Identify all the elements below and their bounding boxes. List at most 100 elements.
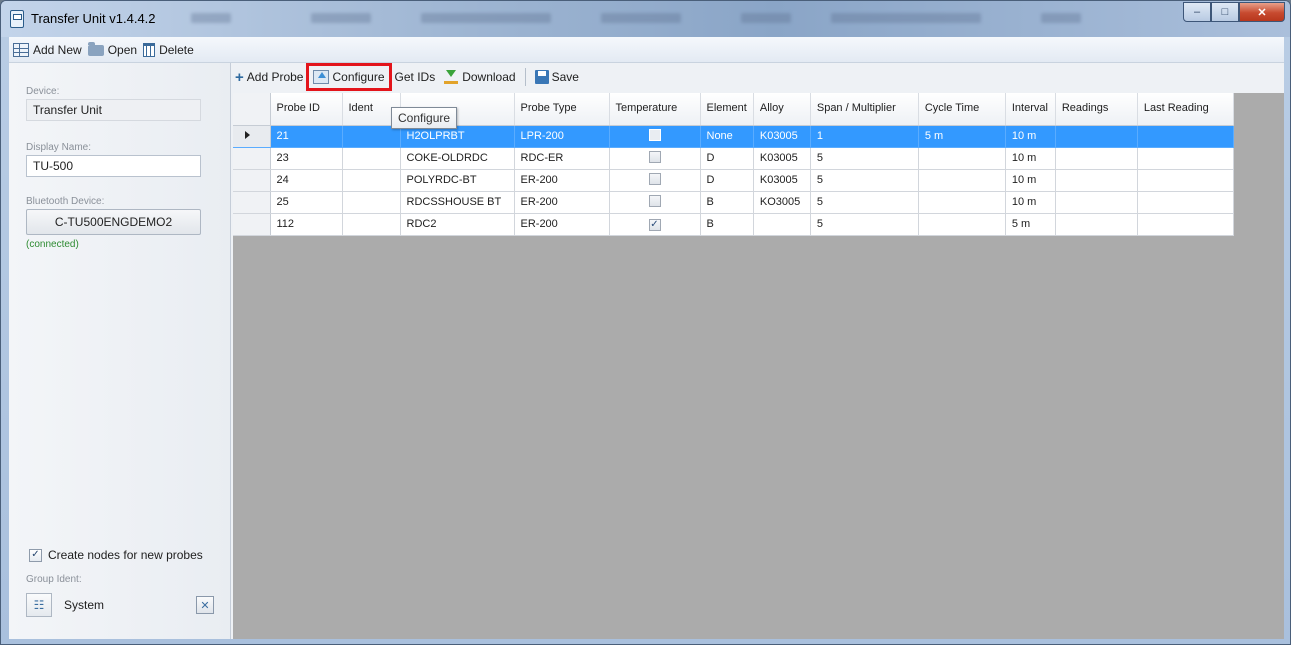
- create-nodes-option[interactable]: ✓ Create nodes for new probes: [29, 548, 203, 562]
- cell-readings[interactable]: [1055, 125, 1138, 148]
- cell-cycle-time[interactable]: [918, 169, 1006, 192]
- delete-button[interactable]: Delete: [143, 42, 194, 57]
- row-selector[interactable]: [233, 213, 271, 236]
- cell-interval[interactable]: 10 m: [1005, 169, 1056, 192]
- cell-probe-id[interactable]: 21: [270, 125, 343, 148]
- temperature-checkbox[interactable]: [648, 194, 661, 207]
- cell-probe-type[interactable]: RDC-ER: [514, 147, 610, 170]
- cell-ident[interactable]: [342, 213, 401, 236]
- cell-temperature[interactable]: [609, 169, 701, 192]
- cell-temperature[interactable]: [609, 147, 701, 170]
- cell-readings[interactable]: [1055, 169, 1138, 192]
- cell-probe-type[interactable]: ER-200: [514, 169, 610, 192]
- cell-last-reading[interactable]: [1137, 213, 1234, 236]
- temperature-checkbox[interactable]: ✓: [648, 218, 661, 231]
- cell-interval[interactable]: 10 m: [1005, 125, 1056, 148]
- cell-probe-type[interactable]: ER-200: [514, 213, 610, 236]
- cell-ident[interactable]: [342, 191, 401, 214]
- cell-probe-id[interactable]: 24: [270, 169, 343, 192]
- cell-name[interactable]: COKE-OLDRDC: [400, 147, 515, 170]
- table-row[interactable]: 21 H2OLPRBT LPR-200 None K03005 1 5 m 10…: [233, 125, 1234, 148]
- cell-last-reading[interactable]: [1137, 169, 1234, 192]
- cell-name[interactable]: RDCSSHOUSE BT: [400, 191, 515, 214]
- cell-cycle-time[interactable]: [918, 213, 1006, 236]
- cell-probe-type[interactable]: ER-200: [514, 191, 610, 214]
- cell-name[interactable]: POLYRDC-BT: [400, 169, 515, 192]
- cell-interval[interactable]: 5 m: [1005, 213, 1056, 236]
- col-last-reading[interactable]: Last Reading: [1137, 93, 1234, 126]
- cell-alloy[interactable]: K03005: [753, 147, 811, 170]
- cell-cycle-time[interactable]: 5 m: [918, 125, 1006, 148]
- create-nodes-checkbox[interactable]: ✓: [29, 548, 42, 562]
- row-selector[interactable]: [233, 169, 271, 192]
- close-button[interactable]: ✕: [1239, 2, 1285, 22]
- bluetooth-device-button[interactable]: C-TU500ENGDEMO2: [26, 209, 201, 235]
- cell-cycle-time[interactable]: [918, 147, 1006, 170]
- cell-temperature[interactable]: [609, 191, 701, 214]
- add-new-button[interactable]: Add New: [13, 42, 82, 57]
- group-tree-button[interactable]: ☷: [26, 593, 52, 617]
- table-row[interactable]: 24 POLYRDC-BT ER-200 D K03005 5 10 m: [233, 169, 1234, 192]
- cell-element[interactable]: None: [700, 125, 754, 148]
- table-row[interactable]: 23 COKE-OLDRDC RDC-ER D K03005 5 10 m: [233, 147, 1234, 170]
- col-span-multiplier[interactable]: Span / Multiplier: [810, 93, 919, 126]
- open-button[interactable]: Open: [87, 42, 137, 57]
- col-probe-id[interactable]: Probe ID: [270, 93, 343, 126]
- maximize-button[interactable]: □: [1211, 2, 1239, 22]
- cell-alloy[interactable]: K03005: [753, 125, 811, 148]
- title-bar[interactable]: Transfer Unit v1.4.4.2 ‒ □ ✕: [1, 1, 1290, 37]
- cell-alloy[interactable]: [753, 213, 811, 236]
- cell-temperature[interactable]: ✓: [609, 213, 701, 236]
- col-temperature[interactable]: Temperature: [609, 93, 701, 126]
- col-alloy[interactable]: Alloy: [753, 93, 811, 126]
- cell-element[interactable]: B: [700, 213, 754, 236]
- cell-interval[interactable]: 10 m: [1005, 191, 1056, 214]
- table-row[interactable]: 25 RDCSSHOUSE BT ER-200 B KO3005 5 10 m: [233, 191, 1234, 214]
- cell-probe-id[interactable]: 112: [270, 213, 343, 236]
- cell-element[interactable]: D: [700, 147, 754, 170]
- add-probe-button[interactable]: + Add Probe: [233, 66, 305, 88]
- cell-name[interactable]: RDC2: [400, 213, 515, 236]
- cell-element[interactable]: B: [700, 191, 754, 214]
- cell-span[interactable]: 5: [810, 147, 919, 170]
- cell-last-reading[interactable]: [1137, 191, 1234, 214]
- cell-element[interactable]: D: [700, 169, 754, 192]
- temperature-checkbox[interactable]: [648, 128, 661, 141]
- cell-cycle-time[interactable]: [918, 191, 1006, 214]
- row-selector[interactable]: [233, 125, 271, 148]
- configure-button[interactable]: Configure: [306, 63, 392, 91]
- row-selector[interactable]: [233, 191, 271, 214]
- row-selector[interactable]: [233, 147, 271, 170]
- col-readings[interactable]: Readings: [1055, 93, 1138, 126]
- col-interval[interactable]: Interval: [1005, 93, 1056, 126]
- cell-span[interactable]: 5: [810, 191, 919, 214]
- col-cycle-time[interactable]: Cycle Time: [918, 93, 1006, 126]
- cell-readings[interactable]: [1055, 147, 1138, 170]
- cell-readings[interactable]: [1055, 213, 1138, 236]
- cell-span[interactable]: 5: [810, 169, 919, 192]
- cell-interval[interactable]: 10 m: [1005, 147, 1056, 170]
- cell-readings[interactable]: [1055, 191, 1138, 214]
- cell-last-reading[interactable]: [1137, 125, 1234, 148]
- temperature-checkbox[interactable]: [648, 172, 661, 185]
- cell-probe-type[interactable]: LPR-200: [514, 125, 610, 148]
- cell-span[interactable]: 1: [810, 125, 919, 148]
- minimize-button[interactable]: ‒: [1183, 2, 1211, 22]
- cell-temperature[interactable]: [609, 125, 701, 148]
- cell-last-reading[interactable]: [1137, 147, 1234, 170]
- cell-probe-id[interactable]: 25: [270, 191, 343, 214]
- cell-ident[interactable]: [342, 147, 401, 170]
- cell-alloy[interactable]: K03005: [753, 169, 811, 192]
- cell-alloy[interactable]: KO3005: [753, 191, 811, 214]
- save-button[interactable]: Save: [533, 66, 581, 88]
- col-element[interactable]: Element: [700, 93, 754, 126]
- download-button[interactable]: Download: [441, 66, 517, 88]
- cell-probe-id[interactable]: 23: [270, 147, 343, 170]
- col-probe-type[interactable]: Probe Type: [514, 93, 610, 126]
- temperature-checkbox[interactable]: [648, 150, 661, 163]
- cell-ident[interactable]: [342, 169, 401, 192]
- clear-group-button[interactable]: ✕: [196, 596, 214, 614]
- table-row[interactable]: 112 RDC2 ER-200 ✓ B 5 5 m: [233, 213, 1234, 236]
- get-ids-button[interactable]: Get IDs: [393, 66, 438, 88]
- display-name-input[interactable]: TU-500: [26, 155, 201, 177]
